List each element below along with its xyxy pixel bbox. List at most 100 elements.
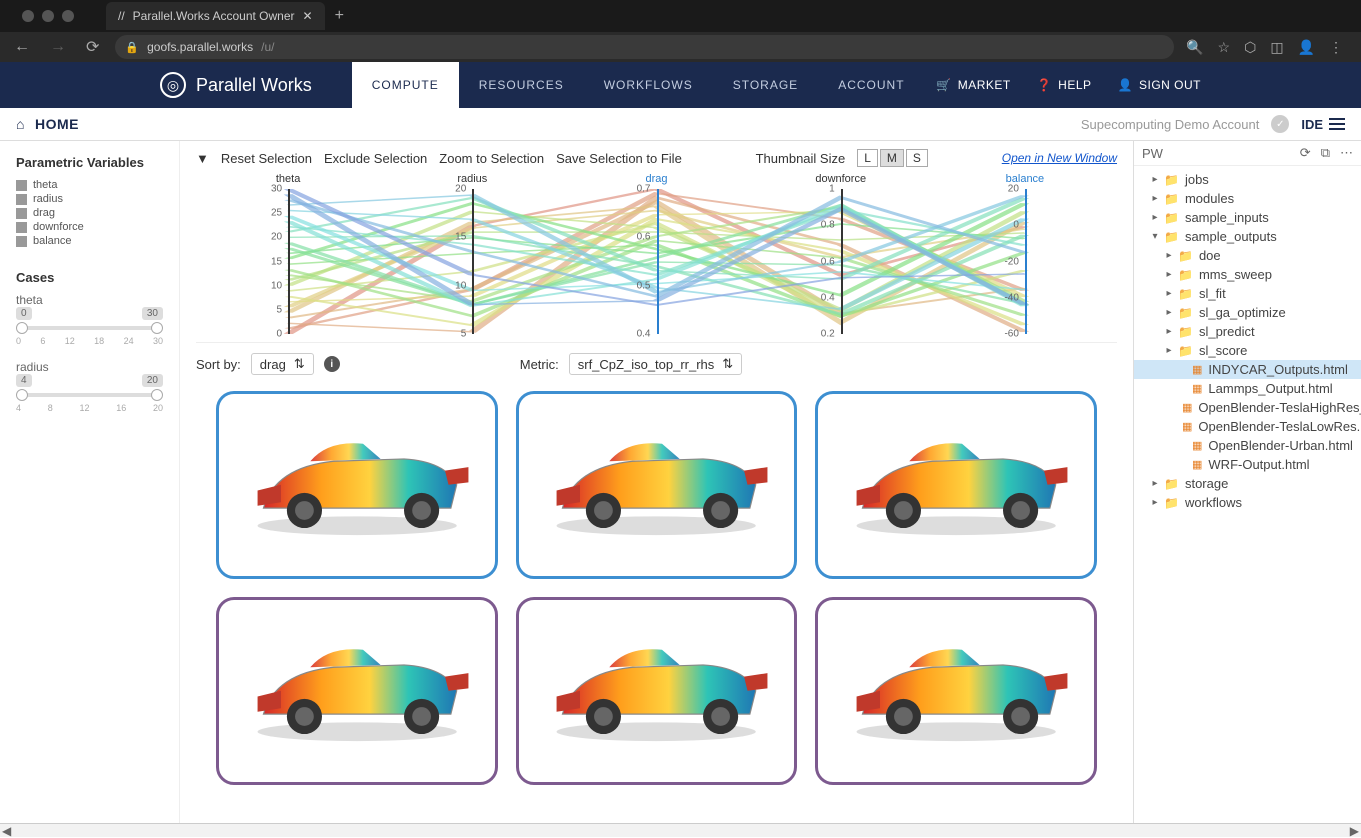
checkbox-icon[interactable] [16, 236, 27, 247]
axis-radius[interactable]: radius5101520 [380, 173, 564, 342]
scroll-right-icon[interactable]: ▶ [1350, 824, 1359, 838]
close-icon[interactable]: ✕ [303, 9, 313, 23]
brand[interactable]: ◎ Parallel Works [160, 72, 312, 98]
thumbnail-3[interactable] [216, 597, 498, 785]
axis-line[interactable] [472, 189, 474, 334]
folder-mms_sweep[interactable]: ▸📁mms_sweep [1134, 265, 1361, 284]
slider-thumb-max[interactable] [151, 389, 163, 401]
bottom-scrollbar[interactable]: ◀ ▶ [0, 823, 1361, 837]
thumbnail-0[interactable] [216, 391, 498, 579]
info-icon[interactable]: i [324, 356, 340, 372]
thumbnail-2[interactable] [815, 391, 1097, 579]
var-item-downforce[interactable]: downforce [16, 220, 163, 234]
axis-balance[interactable]: balance-60-40-20020 [933, 173, 1117, 342]
file-indycar_outputs-html[interactable]: ▦INDYCAR_Outputs.html [1134, 360, 1361, 379]
slider-thumb-max[interactable] [151, 322, 163, 334]
parallel-coordinates-chart[interactable]: theta051015202530radius5101520drag0.40.5… [196, 173, 1117, 343]
thumbnail-5[interactable] [815, 597, 1097, 785]
axis-line[interactable] [657, 189, 659, 334]
star-icon[interactable]: ☆ [1218, 39, 1231, 56]
extension-icon[interactable]: ◫ [1270, 39, 1283, 56]
axis-theta[interactable]: theta051015202530 [196, 173, 380, 342]
exclude-selection-button[interactable]: Exclude Selection [324, 151, 427, 166]
file-lammps_output-html[interactable]: ▦Lammps_Output.html [1134, 379, 1361, 398]
ide-button[interactable]: IDE [1301, 117, 1345, 132]
url-input[interactable]: 🔒 goofs.parallel.works/u/ [115, 35, 1174, 59]
dropdown-icon[interactable]: ▼ [196, 151, 209, 166]
folder-sl_ga_optimize[interactable]: ▸📁sl_ga_optimize [1134, 303, 1361, 322]
file-openblender-urban-html[interactable]: ▦OpenBlender-Urban.html [1134, 436, 1361, 455]
slider-thumb-min[interactable] [16, 389, 28, 401]
axis-line[interactable] [288, 189, 290, 334]
axis-line[interactable] [1025, 189, 1027, 334]
nav-item-compute[interactable]: COMPUTE [352, 62, 459, 108]
zoom-selection-button[interactable]: Zoom to Selection [439, 151, 544, 166]
reset-selection-button[interactable]: Reset Selection [221, 151, 312, 166]
save-selection-button[interactable]: Save Selection to File [556, 151, 682, 166]
thumb-size-L[interactable]: L [857, 149, 878, 167]
thumb-size-S[interactable]: S [906, 149, 928, 167]
var-item-balance[interactable]: balance [16, 234, 163, 248]
file-openblender-teslahighres_html[interactable]: ▦OpenBlender-TeslaHighRes_html [1134, 398, 1361, 417]
folder-workflows[interactable]: ▸📁workflows [1134, 493, 1361, 512]
slider-thumb-min[interactable] [16, 322, 28, 334]
var-item-radius[interactable]: radius [16, 192, 163, 206]
nav-item-resources[interactable]: RESOURCES [459, 62, 584, 108]
browser-tab[interactable]: // Parallel.Works Account Owner ✕ [106, 2, 325, 30]
slider-track[interactable] [16, 326, 163, 330]
shield-icon[interactable]: ⬡ [1244, 39, 1256, 56]
slider-radius[interactable]: radius42048121620 [16, 360, 163, 413]
folder-modules[interactable]: ▸📁modules [1134, 189, 1361, 208]
folder-storage[interactable]: ▸📁storage [1134, 474, 1361, 493]
var-item-theta[interactable]: theta [16, 178, 163, 192]
reload-button[interactable]: ⟳ [82, 37, 103, 57]
folder-sl_predict[interactable]: ▸📁sl_predict [1134, 322, 1361, 341]
caret-icon: ▸ [1164, 326, 1174, 337]
search-icon[interactable]: 🔍 [1186, 39, 1203, 56]
nav-item-workflows[interactable]: WORKFLOWS [584, 62, 713, 108]
folder-sample_inputs[interactable]: ▸📁sample_inputs [1134, 208, 1361, 227]
slider-theta[interactable]: theta0300612182430 [16, 293, 163, 346]
checkbox-icon[interactable] [16, 194, 27, 205]
home-link[interactable]: ⌂ HOME [16, 116, 79, 132]
copy-icon[interactable]: ⧉ [1321, 145, 1330, 161]
close-window-icon[interactable] [22, 10, 34, 22]
maximize-window-icon[interactable] [62, 10, 74, 22]
file-wrf-output-html[interactable]: ▦WRF-Output.html [1134, 455, 1361, 474]
avatar-icon[interactable]: 👤 [1298, 39, 1315, 56]
back-button[interactable]: ← [10, 38, 34, 56]
minimize-window-icon[interactable] [42, 10, 54, 22]
folder-sample_outputs[interactable]: ▾📁sample_outputs [1134, 227, 1361, 246]
metric-select[interactable]: srf_CpZ_iso_top_rr_rhs⇅ [569, 353, 742, 375]
nav-item-account[interactable]: ACCOUNT [818, 62, 924, 108]
axis-drag[interactable]: drag0.40.50.60.7 [564, 173, 748, 342]
kebab-menu-icon[interactable]: ⋮ [1329, 39, 1343, 56]
help-link[interactable]: ❓HELP [1037, 78, 1092, 92]
folder-sl_fit[interactable]: ▸📁sl_fit [1134, 284, 1361, 303]
more-icon[interactable]: ⋯ [1340, 145, 1353, 161]
folder-jobs[interactable]: ▸📁jobs [1134, 170, 1361, 189]
checkbox-icon[interactable] [16, 208, 27, 219]
thumbnail-4[interactable] [516, 597, 798, 785]
thumbnail-1[interactable] [516, 391, 798, 579]
folder-doe[interactable]: ▸📁doe [1134, 246, 1361, 265]
checkbox-icon[interactable] [16, 222, 27, 233]
sort-select[interactable]: drag⇅ [251, 353, 314, 375]
new-tab-button[interactable]: + [335, 7, 344, 25]
nav-item-storage[interactable]: STORAGE [713, 62, 818, 108]
checkbox-icon[interactable] [16, 180, 27, 191]
var-item-drag[interactable]: drag [16, 206, 163, 220]
window-controls[interactable] [10, 10, 86, 22]
folder-sl_score[interactable]: ▸📁sl_score [1134, 341, 1361, 360]
scroll-left-icon[interactable]: ◀ [2, 824, 11, 838]
open-new-window-link[interactable]: Open in New Window [1002, 151, 1117, 165]
slider-track[interactable] [16, 393, 163, 397]
thumb-size-M[interactable]: M [880, 149, 904, 167]
market-link[interactable]: 🛒MARKET [936, 78, 1010, 92]
axis-line[interactable] [841, 189, 843, 334]
signout-link[interactable]: 👤SIGN OUT [1118, 78, 1201, 92]
refresh-icon[interactable]: ⟳ [1300, 145, 1311, 161]
axis-downforce[interactable]: downforce0.20.40.60.81 [749, 173, 933, 342]
forward-button[interactable]: → [46, 38, 70, 56]
file-openblender-teslalowres-html[interactable]: ▦OpenBlender-TeslaLowRes.html [1134, 417, 1361, 436]
